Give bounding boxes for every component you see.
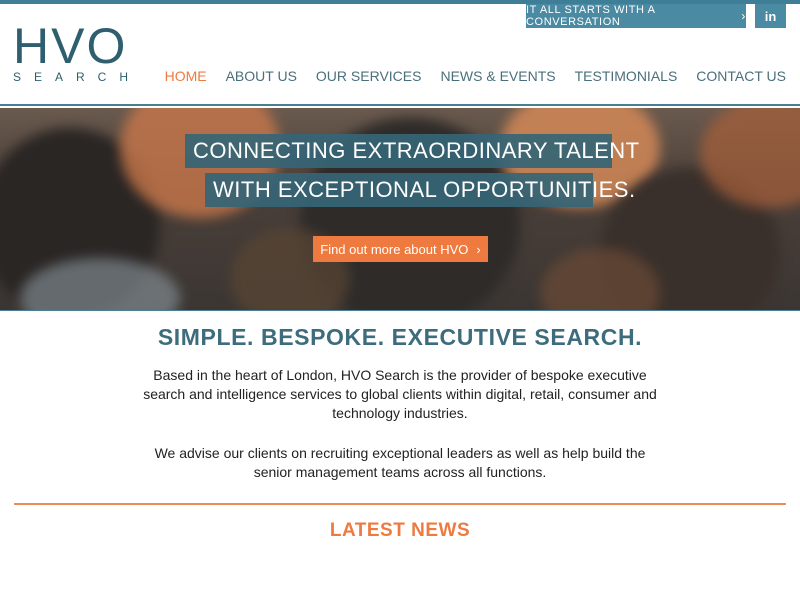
- nav-item-home[interactable]: HOME: [165, 68, 207, 84]
- linkedin-icon: in: [764, 8, 777, 24]
- nav-item-contact-us[interactable]: CONTACT US: [696, 68, 786, 84]
- chevron-right-icon: ›: [476, 241, 481, 257]
- intro-paragraph-2: We advise our clients on recruiting exce…: [154, 445, 646, 480]
- find-out-more-button[interactable]: Find out more about HVO ›: [313, 236, 488, 262]
- nav-item-our-services[interactable]: OUR SERVICES: [316, 68, 422, 84]
- nav-divider: [0, 104, 800, 106]
- intro-paragraph-1: Based in the heart of London, HVO Search…: [143, 367, 657, 421]
- conversation-cta-button[interactable]: IT ALL STARTS WITH A CONVERSATION ›: [526, 4, 746, 28]
- conversation-cta-label: IT ALL STARTS WITH A CONVERSATION: [526, 4, 655, 28]
- latest-news-heading: LATEST NEWS: [329, 520, 471, 541]
- hero-headline-line2: WITH EXCEPTIONAL OPPORTUNITIES.: [205, 173, 635, 207]
- hero-divider: [0, 310, 800, 311]
- hero-banner: CONNECTING EXTRAORDINARY TALENT WITH EXC…: [0, 108, 800, 310]
- section-divider: [14, 503, 786, 505]
- nav-item-news-events[interactable]: NEWS & EVENTS: [440, 68, 555, 84]
- linkedin-button[interactable]: in: [755, 4, 786, 28]
- find-out-more-label: Find out more about HVO: [320, 241, 469, 257]
- nav-item-about-us[interactable]: ABOUT US: [226, 68, 297, 84]
- nav-item-testimonials[interactable]: TESTIMONIALS: [575, 68, 678, 84]
- chevron-right-icon: ›: [741, 9, 746, 23]
- page-tagline: SIMPLE. BESPOKE. EXECUTIVE SEARCH.: [157, 324, 643, 350]
- hero-headline-line1: CONNECTING EXTRAORDINARY TALENT: [185, 134, 639, 168]
- hvo-logo[interactable]: HVO SEARCH: [13, 18, 142, 84]
- main-nav: HOME ABOUT US OUR SERVICES NEWS & EVENTS…: [165, 68, 786, 84]
- logo-subtitle: SEARCH: [13, 70, 142, 84]
- logo-wordmark: HVO: [13, 18, 128, 74]
